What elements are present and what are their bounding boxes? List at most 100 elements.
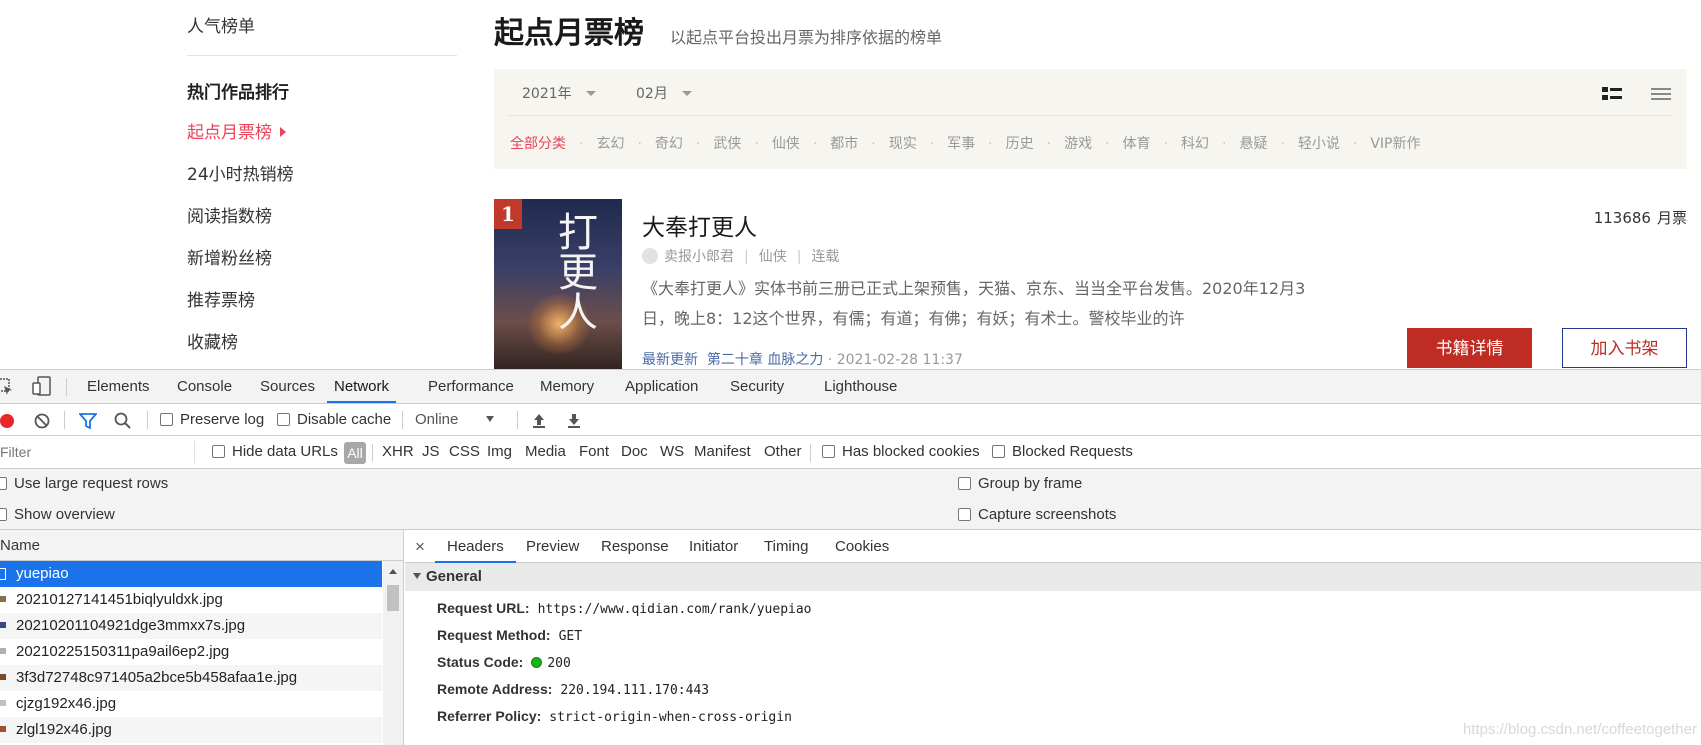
scrollbar-thumb[interactable] xyxy=(387,585,399,611)
tab-application[interactable]: Application xyxy=(625,370,698,403)
category-vip-new[interactable]: VIP新作 xyxy=(1370,136,1420,152)
category-tiyu[interactable]: 体育 xyxy=(1123,136,1151,152)
close-detail-icon[interactable]: × xyxy=(415,530,425,563)
tab-sources[interactable]: Sources xyxy=(260,370,315,403)
list-with-cover-view-icon[interactable] xyxy=(1602,87,1622,101)
nav-item-recommend[interactable]: 推荐票榜 xyxy=(187,286,255,311)
type-filter-xhr[interactable]: XHR xyxy=(382,443,414,460)
preserve-log-checkbox[interactable]: Preserve log xyxy=(160,411,264,428)
latest-chapter-link[interactable]: 第二十章 血脉之力 xyxy=(707,352,823,368)
category-wuxia[interactable]: 武侠 xyxy=(713,136,741,152)
import-har-icon[interactable] xyxy=(531,412,547,429)
tab-initiator[interactable]: Initiator xyxy=(689,530,738,563)
separator-dot: · xyxy=(871,136,876,152)
tab-lighthouse[interactable]: Lighthouse xyxy=(824,370,897,403)
type-filter-media[interactable]: Media xyxy=(525,443,566,460)
capture-screenshots-checkbox[interactable]: Capture screenshots xyxy=(958,506,1116,523)
filter-divider xyxy=(508,115,1673,116)
type-filter-other[interactable]: Other xyxy=(764,443,802,460)
type-filter-js[interactable]: JS xyxy=(422,443,440,460)
tab-headers[interactable]: Headers xyxy=(435,530,516,563)
nav-divider xyxy=(187,55,457,56)
inspect-element-icon[interactable] xyxy=(0,378,14,396)
tab-network[interactable]: Network xyxy=(327,370,397,403)
tab-security[interactable]: Security xyxy=(730,370,784,403)
filter-input[interactable] xyxy=(0,441,195,463)
checkbox-box xyxy=(160,413,173,426)
blocked-requests-checkbox[interactable]: Blocked Requests xyxy=(992,443,1133,460)
caret-right-icon xyxy=(280,127,286,137)
category-xianshi[interactable]: 现实 xyxy=(889,136,917,152)
year-dropdown[interactable]: 2021年 xyxy=(522,83,596,103)
has-blocked-cookies-checkbox[interactable]: Has blocked cookies xyxy=(822,443,980,460)
show-overview-checkbox[interactable]: Show overview xyxy=(0,506,115,523)
type-filter-doc[interactable]: Doc xyxy=(621,443,648,460)
tab-memory[interactable]: Memory xyxy=(540,370,594,403)
export-har-icon[interactable] xyxy=(566,412,582,429)
group-by-frame-checkbox[interactable]: Group by frame xyxy=(958,475,1082,492)
book-cover-image[interactable]: 打更人 1 xyxy=(494,199,622,369)
category-xuanyi[interactable]: 悬疑 xyxy=(1239,136,1267,152)
nav-item-collect[interactable]: 收藏榜 xyxy=(187,328,238,353)
throttling-select[interactable]: Online xyxy=(415,411,495,428)
book-category-link[interactable]: 仙侠 xyxy=(759,249,787,265)
tab-console[interactable]: Console xyxy=(177,370,232,403)
separator-dot: · xyxy=(812,136,818,152)
request-list-scrollbar[interactable] xyxy=(383,561,403,745)
type-filter-manifest[interactable]: Manifest xyxy=(694,443,751,460)
large-rows-checkbox[interactable]: Use large request rows xyxy=(0,475,168,492)
request-row[interactable]: 20210225150311pa9ail6ep2.jpg xyxy=(0,639,382,665)
author-link[interactable]: 卖报小郎君 xyxy=(664,249,734,265)
category-xianxia[interactable]: 仙侠 xyxy=(772,136,800,152)
clear-icon[interactable] xyxy=(34,413,50,429)
tab-elements[interactable]: Elements xyxy=(87,370,150,403)
name-column-header[interactable]: Name xyxy=(0,530,403,561)
category-qihuan[interactable]: 奇幻 xyxy=(655,136,683,152)
request-row[interactable]: zlgl192x46.jpg xyxy=(0,717,382,743)
webpage-viewport: 人气榜单 热门作品排行 起点月票榜 24小时热销榜 阅读指数榜 新增粉丝榜 推荐… xyxy=(0,0,1701,369)
category-light-novel[interactable]: 轻小说 xyxy=(1298,136,1340,152)
category-dushi[interactable]: 都市 xyxy=(830,136,858,152)
category-all[interactable]: 全部分类 xyxy=(510,136,566,152)
type-filter-css[interactable]: CSS xyxy=(449,443,480,460)
category-lishi[interactable]: 历史 xyxy=(1006,136,1034,152)
request-row[interactable]: cjzg192x46.jpg xyxy=(0,691,382,717)
tab-response[interactable]: Response xyxy=(601,530,669,563)
nav-item-reading-index[interactable]: 阅读指数榜 xyxy=(187,202,272,227)
category-youxi[interactable]: 游戏 xyxy=(1064,136,1092,152)
type-filter-ws[interactable]: WS xyxy=(660,443,684,460)
text-list-view-icon[interactable] xyxy=(1651,87,1671,101)
general-section-header[interactable]: General xyxy=(405,563,1701,591)
nav-item-new-fans[interactable]: 新增粉丝榜 xyxy=(187,244,272,269)
tab-performance[interactable]: Performance xyxy=(428,370,514,403)
book-title-link[interactable]: 大奉打更人 xyxy=(642,208,757,242)
filter-funnel-icon[interactable] xyxy=(79,413,97,429)
nav-item-24h-hot[interactable]: 24小时热销榜 xyxy=(187,160,294,185)
record-icon[interactable] xyxy=(0,413,16,429)
type-filter-all[interactable]: All xyxy=(344,442,366,464)
category-kehuan[interactable]: 科幻 xyxy=(1181,136,1209,152)
scroll-up-arrow-icon[interactable] xyxy=(389,569,397,574)
category-xuanhuan[interactable]: 玄幻 xyxy=(596,136,624,152)
device-toolbar-icon[interactable] xyxy=(32,376,52,396)
hide-data-urls-checkbox[interactable]: Hide data URLs xyxy=(212,443,338,460)
book-detail-button[interactable]: 书籍详情 xyxy=(1407,328,1532,368)
category-junshi[interactable]: 军事 xyxy=(947,136,975,152)
nav-popular-rank[interactable]: 人气榜单 xyxy=(187,12,255,37)
type-filter-img[interactable]: Img xyxy=(487,443,512,460)
add-to-shelf-button[interactable]: 加入书架 xyxy=(1562,328,1687,368)
tab-timing[interactable]: Timing xyxy=(764,530,808,563)
request-row[interactable]: 20210127141451biqlyuldxk.jpg xyxy=(0,587,382,613)
request-row-yuepiao[interactable]: yuepiao xyxy=(0,561,382,587)
tab-preview[interactable]: Preview xyxy=(526,530,579,563)
disable-cache-checkbox[interactable]: Disable cache xyxy=(277,411,391,428)
request-row[interactable]: 20210201104921dge3mmxx7s.jpg xyxy=(0,613,382,639)
nav-item-monthly-ticket[interactable]: 起点月票榜 xyxy=(187,118,286,143)
search-icon[interactable] xyxy=(114,412,132,430)
month-dropdown[interactable]: 02月 xyxy=(636,83,692,103)
filter-panel: 2021年 02月 全部分类 · 玄幻 · 奇幻 · 武侠 · 仙侠 · 都市 · 现实 · 军事 · 历史 · 游… xyxy=(494,69,1687,169)
tab-cookies[interactable]: Cookies xyxy=(835,530,889,563)
image-thumbnail-icon xyxy=(0,726,6,732)
type-filter-font[interactable]: Font xyxy=(579,443,609,460)
request-row[interactable]: 3f3d72748c971405a2bce5b458afaa1e.jpg xyxy=(0,665,382,691)
